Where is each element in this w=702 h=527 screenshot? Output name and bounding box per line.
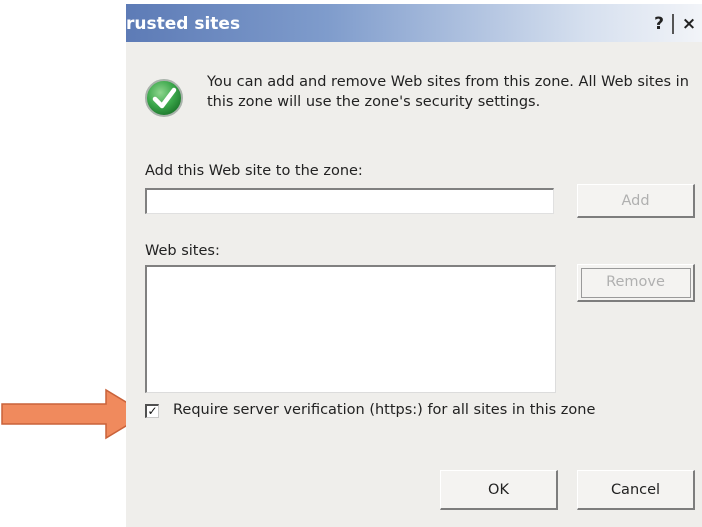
close-button[interactable]: × xyxy=(678,13,700,35)
intro-text: You can add and remove Web sites from th… xyxy=(207,74,689,110)
trusted-sites-dialog: rusted sites ? × You can add and remove … xyxy=(126,4,702,527)
title-bar: rusted sites ? × xyxy=(126,4,702,42)
require-verification-checkbox[interactable]: ✓ xyxy=(145,404,159,418)
add-site-input[interactable] xyxy=(145,188,554,214)
ok-button[interactable]: OK xyxy=(440,470,558,510)
require-verification-label[interactable]: Require server verification (https:) for… xyxy=(173,402,595,418)
cancel-button[interactable]: Cancel xyxy=(577,470,695,510)
add-site-label: Add this Web site to the zone: xyxy=(145,163,363,179)
window-title: rusted sites xyxy=(126,14,241,34)
help-button[interactable]: ? xyxy=(649,13,669,35)
titlebar-divider xyxy=(672,14,674,34)
websites-label: Web sites: xyxy=(145,243,220,259)
websites-list[interactable] xyxy=(145,265,556,393)
check-circle-icon xyxy=(145,79,183,117)
remove-button[interactable]: Remove xyxy=(577,264,695,302)
add-button[interactable]: Add xyxy=(577,184,695,218)
